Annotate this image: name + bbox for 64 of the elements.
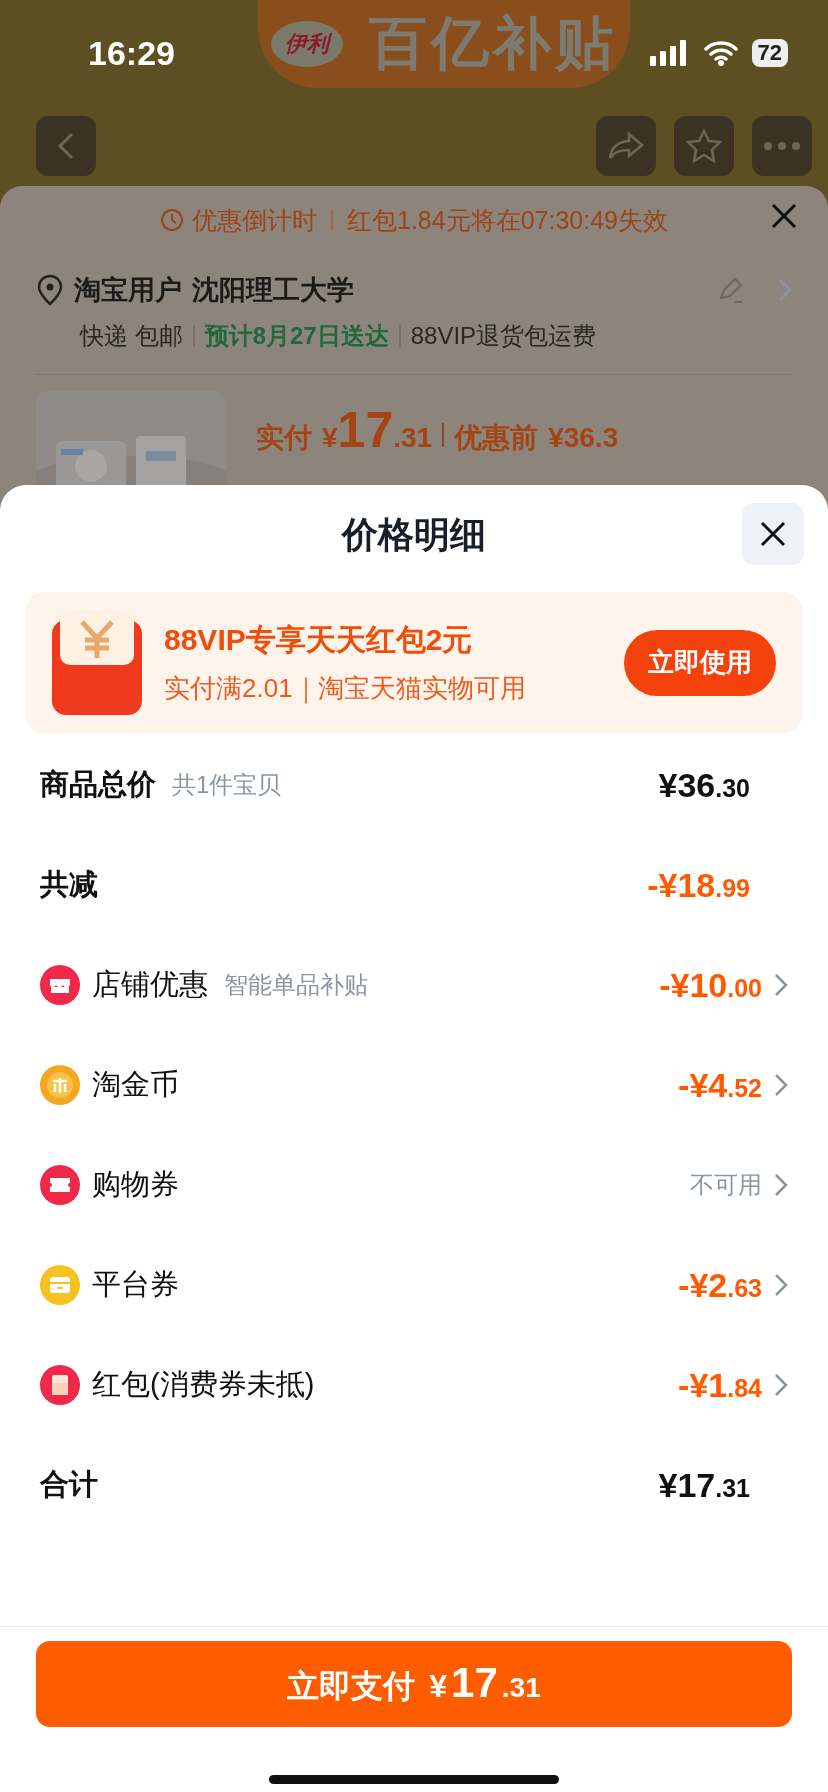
chevron-right-icon (774, 1073, 788, 1097)
amount-text: -¥10.00 (659, 965, 762, 1005)
envelope-icon (40, 1365, 80, 1405)
share-icon (607, 131, 645, 161)
chevron-left-icon (56, 131, 76, 161)
wifi-icon (703, 40, 738, 66)
back-button[interactable] (36, 116, 96, 176)
row-label: 淘金币 (92, 1067, 179, 1102)
battery-level: 72 (751, 39, 788, 67)
row-note: 智能单品补贴 (224, 970, 368, 1000)
countdown-label: 优惠倒计时 (192, 204, 317, 236)
chevron-right-icon (774, 1173, 788, 1197)
row-label: 共减 (40, 867, 98, 902)
location-pin-icon (36, 274, 64, 306)
favorite-button[interactable] (674, 116, 734, 176)
row-label: 购物券 (92, 1167, 179, 1202)
delivery-info: 88VIP退货包运费 (410, 321, 597, 351)
pay-button[interactable]: 立即支付 ¥17.31 (36, 1641, 792, 1727)
more-button[interactable] (752, 116, 812, 176)
paid-amount: ¥17.31 (322, 401, 433, 459)
more-icon (763, 141, 801, 151)
amount-text: -¥1.84 (678, 1365, 762, 1405)
row-label: 红包(消费券未抵) (92, 1367, 315, 1402)
amount-text: -¥2.63 (678, 1265, 762, 1305)
clock-icon (160, 208, 184, 232)
promo-subtitle: 实付满2.01｜淘宝天猫实物可用 (164, 671, 527, 706)
row-label: 合计 (40, 1467, 98, 1502)
delivery-info: 快递 包邮 (80, 321, 183, 351)
amount-text: -¥4.52 (678, 1065, 762, 1105)
star-icon (686, 129, 722, 163)
address-text: 沈阳理工大学 (192, 274, 354, 307)
countdown-text: 红包1.84元将在07:30:49失效 (347, 204, 668, 236)
close-icon (770, 202, 798, 230)
amount-text: ¥36.30 (658, 765, 750, 805)
card-icon (40, 1265, 80, 1305)
sheet-title: 价格明细 (342, 512, 486, 557)
chevron-right-icon (774, 1273, 788, 1297)
share-button[interactable] (596, 116, 656, 176)
recipient-name: 淘宝用户 (74, 274, 182, 307)
chevron-right-icon (774, 1373, 788, 1397)
banner-title: 百亿补贴 (368, 9, 617, 77)
paid-label: 实付 (256, 421, 312, 455)
coin-icon (40, 1065, 80, 1105)
row-label: 店铺优惠 (92, 967, 208, 1002)
amount-text: ¥17.31 (658, 1465, 750, 1505)
envelope-icon (52, 610, 142, 715)
shop-icon (40, 965, 80, 1005)
close-button[interactable] (742, 503, 804, 565)
amount-text: -¥18.99 (647, 865, 750, 905)
delivery-estimate: 预计8月27日送达 (204, 321, 389, 351)
close-icon (759, 520, 787, 548)
brand-logo: 伊利 (270, 21, 343, 67)
row-label: 平台券 (92, 1267, 179, 1302)
use-now-button[interactable]: 立即使用 (624, 629, 776, 696)
ticket-icon (40, 1165, 80, 1205)
chevron-right-icon (774, 973, 788, 997)
original-price: ¥36.3 (548, 422, 619, 454)
chevron-right-icon (778, 278, 792, 302)
promo-title: 88VIP专享天天红包2元 (164, 621, 474, 658)
original-price-label: 优惠前 (454, 421, 539, 455)
unavailable-text: 不可用 (690, 1170, 762, 1200)
row-note: 共1件宝贝 (172, 770, 282, 800)
row-label: 商品总价 (40, 767, 156, 802)
status-time: 16:29 (88, 33, 176, 73)
